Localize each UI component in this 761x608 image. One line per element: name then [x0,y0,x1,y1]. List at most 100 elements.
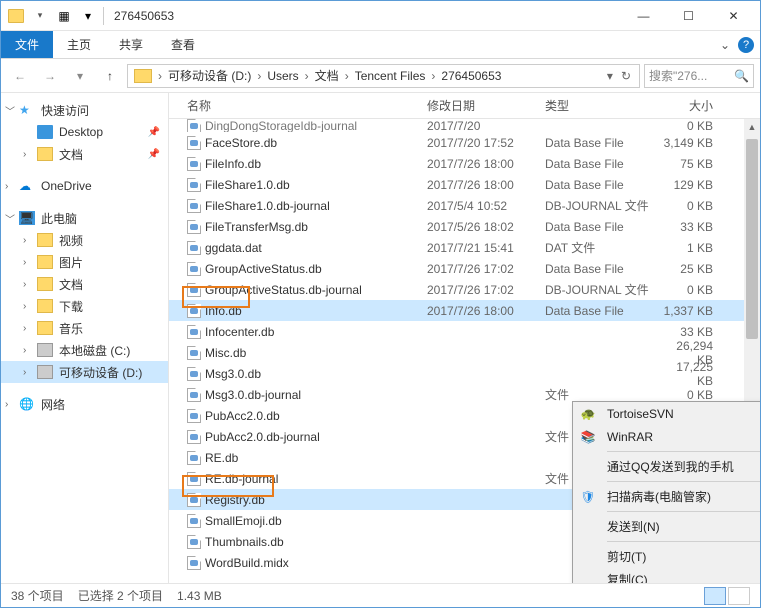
search-placeholder: 搜索"276... [649,67,707,84]
menu-cut[interactable]: 剪切(T) [573,545,760,568]
nav-up[interactable]: ↑ [97,63,123,89]
search-icon: 🔍 [734,69,749,83]
file-icon [187,157,201,171]
sidebar-network[interactable]: ›🌐网络 [1,393,168,415]
col-name[interactable]: 名称 [169,97,427,114]
file-icon [187,451,201,465]
sidebar-desktop[interactable]: Desktop📌 [1,121,168,143]
status-selected: 已选择 2 个项目 [78,587,163,604]
tab-file[interactable]: 文件 [1,31,53,58]
search-input[interactable]: 搜索"276... 🔍 [644,64,754,88]
file-row[interactable]: FileInfo.db 2017/7/26 18:00 Data Base Fi… [169,153,760,174]
column-headers: 名称 修改日期 类型 大小 [169,93,760,119]
maximize-button[interactable]: ☐ [666,2,711,30]
scroll-thumb[interactable] [746,139,758,339]
menu-copy[interactable]: 复制(C) [573,568,760,583]
file-size: 0 KB [657,283,725,297]
crumb-4[interactable]: 276450653 [437,69,505,83]
help-icon[interactable]: ? [738,37,754,53]
file-row[interactable]: ggdata.dat 2017/7/21 15:41 DAT 文件 1 KB [169,237,760,258]
breadcrumb[interactable]: › 可移动设备 (D:)› Users› 文档› Tencent Files› … [127,64,640,88]
menu-tortoisesvn[interactable]: 🐢TortoiseSVN▶ [573,402,760,425]
file-size: 1 KB [657,241,725,255]
file-type: DB-JOURNAL 文件 [545,197,657,214]
sidebar-downloads[interactable]: ›下载 [1,295,168,317]
file-icon [187,199,201,213]
crumb-3[interactable]: Tencent Files [351,69,430,83]
sidebar-music[interactable]: ›音乐 [1,317,168,339]
nav-back[interactable]: ← [7,63,33,89]
pin-icon: 📌 [148,127,160,138]
ribbon-expand-icon[interactable]: ⌄ [720,38,730,52]
file-icon [187,556,201,570]
breadcrumb-folder-icon [134,69,152,83]
qat-more[interactable]: ▾ [77,5,99,27]
crumb-0[interactable]: 可移动设备 (D:) [164,67,255,84]
file-row[interactable]: FileShare1.0.db 2017/7/26 18:00 Data Bas… [169,174,760,195]
crumb-2[interactable]: 文档 [311,67,343,84]
file-name: Info.db [169,304,427,318]
file-icon [187,178,201,192]
file-row[interactable]: Info.db 2017/7/26 18:00 Data Base File 1… [169,300,760,321]
file-name: SmallEmoji.db [169,514,427,528]
file-name: ggdata.dat [169,241,427,255]
file-row[interactable]: GroupActiveStatus.db-journal 2017/7/26 1… [169,279,760,300]
nav-recent[interactable]: ▾ [67,63,93,89]
shield-icon: 🛡 [579,488,597,506]
file-type: Data Base File [545,157,657,171]
sidebar-quick-access[interactable]: ﹀★快速访问 [1,99,168,121]
nav-forward[interactable]: → [37,63,63,89]
file-type: Data Base File [545,220,657,234]
tab-home[interactable]: 主页 [53,31,105,58]
address-bar: ← → ▾ ↑ › 可移动设备 (D:)› Users› 文档› Tencent… [1,59,760,93]
view-icons-button[interactable] [728,587,750,605]
status-bar: 38 个项目 已选择 2 个项目 1.43 MB [1,583,760,607]
sidebar-onedrive[interactable]: ›☁OneDrive [1,175,168,197]
sidebar-removable-disk[interactable]: ›可移动设备 (D:) [1,361,168,383]
sidebar-documents[interactable]: ›文档📌 [1,143,168,165]
menu-send-to[interactable]: 发送到(N)▶ [573,515,760,538]
file-size: 75 KB [657,157,725,171]
file-date: 2017/7/26 18:00 [427,304,545,318]
ribbon: 文件 主页 共享 查看 ⌄ ? [1,31,760,59]
file-row[interactable]: FileTransferMsg.db 2017/5/26 18:02 Data … [169,216,760,237]
sidebar-video[interactable]: ›视频 [1,229,168,251]
file-row[interactable]: GroupActiveStatus.db 2017/7/26 17:02 Dat… [169,258,760,279]
file-icon [187,241,201,255]
refresh-icon[interactable]: ↻ [615,69,637,83]
minimize-button[interactable]: — [621,2,666,30]
file-row[interactable]: FaceStore.db 2017/7/20 17:52 Data Base F… [169,132,760,153]
file-size: 0 KB [657,388,725,402]
sidebar-this-pc[interactable]: ﹀🖥此电脑 [1,207,168,229]
sidebar-pictures[interactable]: ›图片 [1,251,168,273]
view-details-button[interactable] [704,587,726,605]
file-size: 0 KB [657,199,725,213]
col-date[interactable]: 修改日期 [427,97,545,114]
sidebar-documents-pc[interactable]: ›文档 [1,273,168,295]
properties-icon[interactable]: ▦ [53,5,75,27]
file-icon [187,514,201,528]
file-icon [187,493,201,507]
file-row[interactable]: FileShare1.0.db-journal 2017/5/4 10:52 D… [169,195,760,216]
col-size[interactable]: 大小 [657,97,725,114]
window-title: 276450653 [114,9,174,23]
file-type: DAT 文件 [545,239,657,256]
col-type[interactable]: 类型 [545,97,657,114]
file-size: 25 KB [657,262,725,276]
scroll-up-icon[interactable]: ▲ [744,119,760,135]
menu-scan-virus[interactable]: 🛡扫描病毒(电脑管家) [573,485,760,508]
tab-share[interactable]: 共享 [105,31,157,58]
qat-dropdown[interactable]: ▾ [29,5,51,27]
sidebar-local-disk[interactable]: ›本地磁盘 (C:) [1,339,168,361]
tab-view[interactable]: 查看 [157,31,209,58]
close-button[interactable]: ✕ [711,2,756,30]
file-icon [187,535,201,549]
menu-qq-send[interactable]: 通过QQ发送到我的手机 [573,455,760,478]
file-row[interactable]: Msg3.0.db 17,225 KB [169,363,760,384]
menu-winrar[interactable]: 📚WinRAR▶ [573,425,760,448]
file-icon [187,472,201,486]
status-item-count: 38 个项目 [11,587,64,604]
file-name: FileInfo.db [169,157,427,171]
file-date: 2017/7/20 17:52 [427,136,545,150]
crumb-1[interactable]: Users [263,69,302,83]
